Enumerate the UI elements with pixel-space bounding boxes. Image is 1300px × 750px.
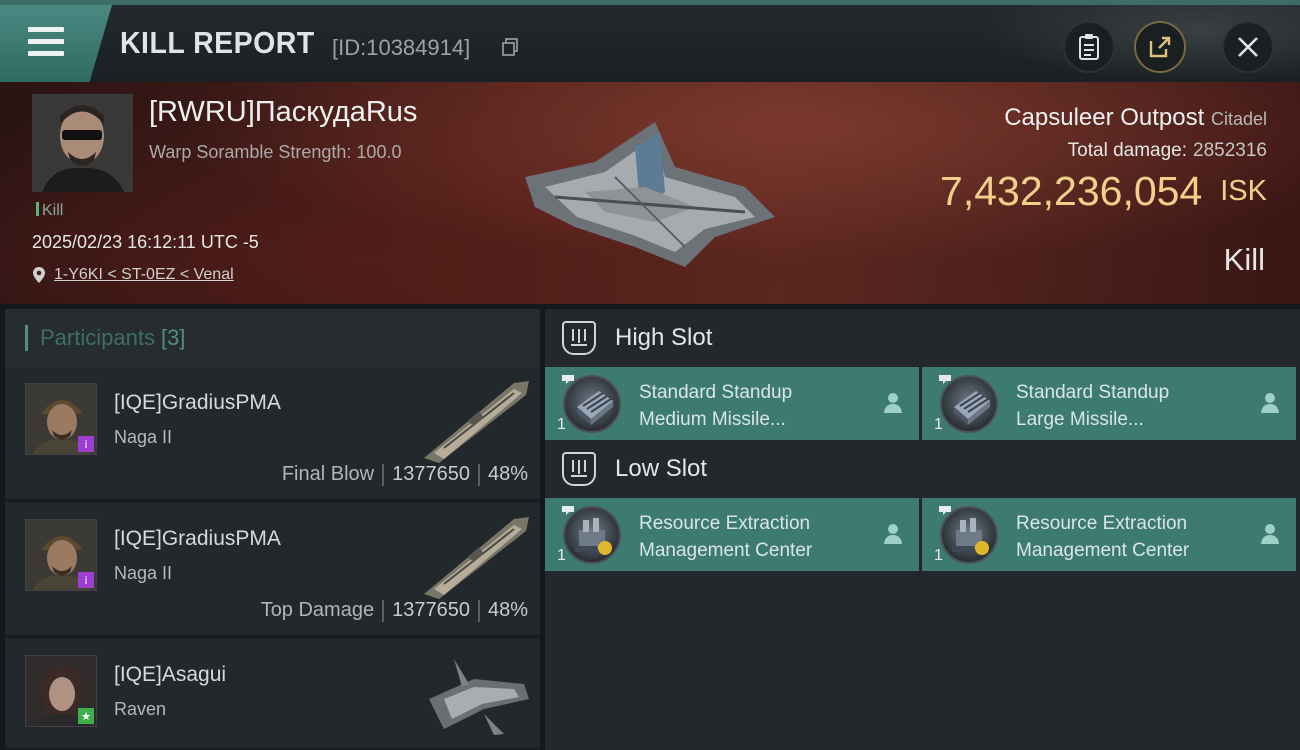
participant-ship: Raven	[114, 699, 167, 719]
share-icon	[1149, 36, 1171, 58]
participant-ship-image	[429, 659, 529, 735]
participant-row[interactable]: ★ [IQE]Asagui Raven	[5, 639, 540, 750]
corp-badge-icon: i	[78, 436, 94, 452]
pilot-icon	[1261, 524, 1279, 544]
meta-level-icon	[562, 375, 574, 384]
kill-tag: Kill	[36, 202, 63, 220]
meta-level-icon	[939, 506, 951, 515]
participant-avatar[interactable]: i	[25, 519, 97, 591]
participants-header: Participants [3]	[5, 309, 540, 367]
module-item[interactable]: 1 Resource Extraction Management Center	[545, 498, 919, 571]
meta-level-icon	[562, 506, 574, 515]
clipboard-icon	[1079, 34, 1099, 60]
module-quantity: 1	[934, 547, 943, 564]
participant-name[interactable]: [IQE]Asagui	[114, 663, 226, 687]
participant-name[interactable]: [IQE]GradiusPMA	[114, 391, 281, 415]
module-item[interactable]: 1 Resource Extraction Management Center	[922, 498, 1296, 571]
low-slot-icon	[562, 452, 596, 486]
victim-name[interactable]: [RWRU]ПаскудаRus	[149, 96, 417, 129]
kill-id: [ID:10384914]	[332, 35, 471, 60]
participant-stats: Final Blow 1377650 48%	[281, 463, 528, 486]
star-badge-icon: ★	[78, 708, 94, 724]
participant-avatar[interactable]: ★	[25, 655, 97, 727]
total-damage: Total damage: 2852316	[1067, 140, 1267, 161]
low-slot-header: Low Slot	[545, 440, 1300, 498]
high-slot-header: High Slot	[545, 309, 1300, 367]
pilot-portrait-image	[32, 94, 133, 192]
module-name: Resource Extraction Management Center	[1016, 513, 1190, 561]
clipboard-button[interactable]	[1063, 21, 1115, 73]
module-name: Standard Standup Large Missile...	[1016, 382, 1170, 430]
module-quantity: 1	[557, 416, 566, 433]
meta-level-icon	[939, 375, 951, 384]
scramble-strength: Warp Soramble Strength: 100.0	[149, 142, 402, 162]
fittings-panel: High Slot 1 Standard Standup Medium Missi…	[545, 309, 1300, 750]
module-quantity: 1	[934, 416, 943, 433]
participant-row[interactable]: i [IQE]GradiusPMA Naga II Top Damage 137…	[5, 503, 540, 637]
participant-ship-image	[424, 517, 529, 599]
isk-value: 7,432,236,054 ISK	[940, 168, 1267, 214]
participant-row[interactable]: i [IQE]GradiusPMA Naga II Final Blow 137…	[5, 367, 540, 501]
kill-datetime: 2025/02/23 16:12:11 UTC -5	[32, 232, 259, 252]
location-link[interactable]: 1-Y6KI < ST-0EZ < Venal	[54, 266, 234, 284]
participant-avatar[interactable]: i	[25, 383, 97, 455]
victim-portrait[interactable]	[32, 94, 133, 192]
close-button[interactable]	[1222, 21, 1274, 73]
module-item[interactable]: 1 Standard Standup Medium Missile...	[545, 367, 919, 440]
module-item[interactable]: 1 Standard Standup Large Missile...	[922, 367, 1296, 440]
victim-ship-image	[525, 122, 775, 267]
page-title: KILL REPORT	[120, 25, 315, 60]
location-pin-icon	[33, 267, 45, 283]
module-quantity: 1	[557, 547, 566, 564]
participants-count: [3]	[160, 325, 186, 350]
victim-banner: [RWRU]ПаскудаRus Warp Soramble Strength:…	[0, 82, 1300, 304]
participant-ship: Naga II	[114, 427, 173, 447]
participant-name[interactable]: [IQE]GradiusPMA	[114, 527, 281, 551]
participant-ship-image	[424, 381, 529, 463]
pilot-icon	[1261, 393, 1279, 413]
copy-icon[interactable]	[502, 38, 518, 56]
share-button[interactable]	[1134, 21, 1186, 73]
participants-panel: Participants [3] i [IQE]GradiusPMA Naga I…	[5, 309, 540, 750]
ship-class: Citadel	[1210, 109, 1267, 129]
pilot-icon	[884, 524, 902, 544]
module-name: Resource Extraction Management Center	[639, 513, 813, 561]
pilot-icon	[884, 393, 902, 413]
participant-ship: Naga II	[114, 563, 173, 583]
module-name: Standard Standup Medium Missile...	[639, 382, 793, 430]
kill-result: Kill	[1223, 242, 1265, 277]
participant-stats: Top Damage 1377650 48%	[260, 599, 528, 622]
high-slot-icon	[562, 321, 596, 355]
close-icon	[1238, 37, 1258, 57]
corp-badge-icon: i	[78, 572, 94, 588]
menu-button[interactable]	[0, 5, 112, 82]
top-bar: KILL REPORT [ID:10384914]	[0, 0, 1300, 87]
victim-ship[interactable]: Capsuleer Outpost Citadel	[1004, 104, 1267, 132]
